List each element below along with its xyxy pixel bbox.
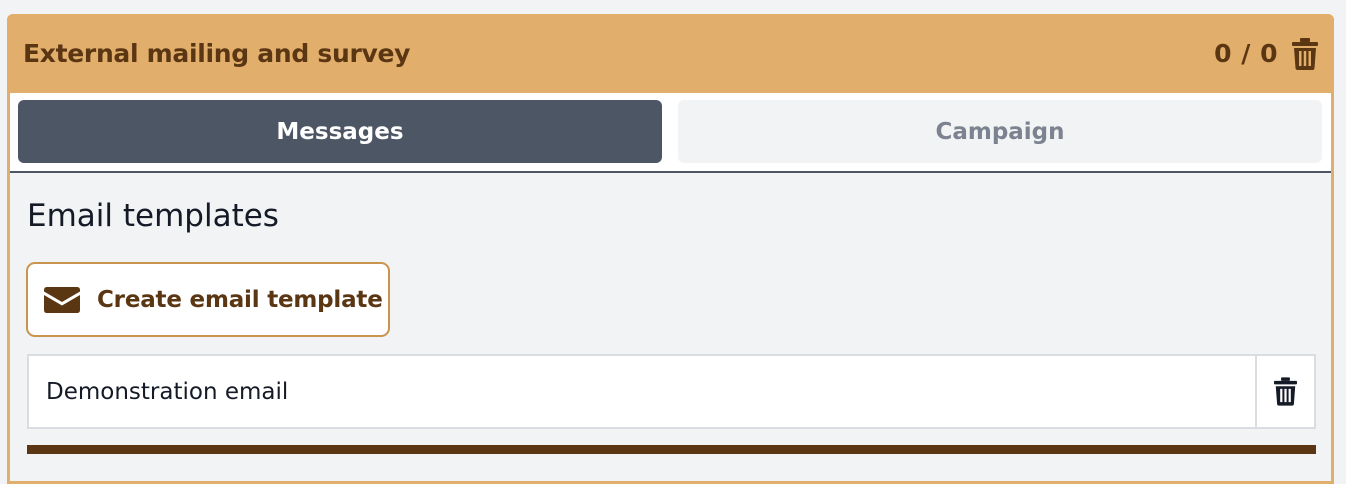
- create-email-template-label: Create email template: [97, 286, 383, 313]
- counter: 0 / 0: [1214, 39, 1278, 68]
- panel-title: External mailing and survey: [23, 39, 411, 68]
- trash-icon[interactable]: [1292, 37, 1318, 70]
- panel-header-actions: 0 / 0: [1214, 37, 1318, 70]
- tab-bar: Messages Campaign: [10, 93, 1331, 173]
- tab-messages[interactable]: Messages: [18, 100, 662, 163]
- section-title: Email templates: [27, 198, 279, 234]
- panel-header: External mailing and survey 0 / 0: [7, 14, 1334, 93]
- trash-icon: [1274, 377, 1297, 406]
- tab-campaign[interactable]: Campaign: [678, 100, 1322, 163]
- create-email-template-button[interactable]: Create email template: [26, 262, 390, 337]
- envelope-icon: [44, 286, 80, 313]
- template-list-divider: [27, 445, 1316, 454]
- mailing-panel: External mailing and survey 0 / 0 Messag…: [7, 14, 1334, 484]
- template-row[interactable]: Demonstration email: [27, 354, 1316, 429]
- template-name[interactable]: Demonstration email: [29, 356, 1257, 427]
- template-delete-button[interactable]: [1257, 356, 1314, 427]
